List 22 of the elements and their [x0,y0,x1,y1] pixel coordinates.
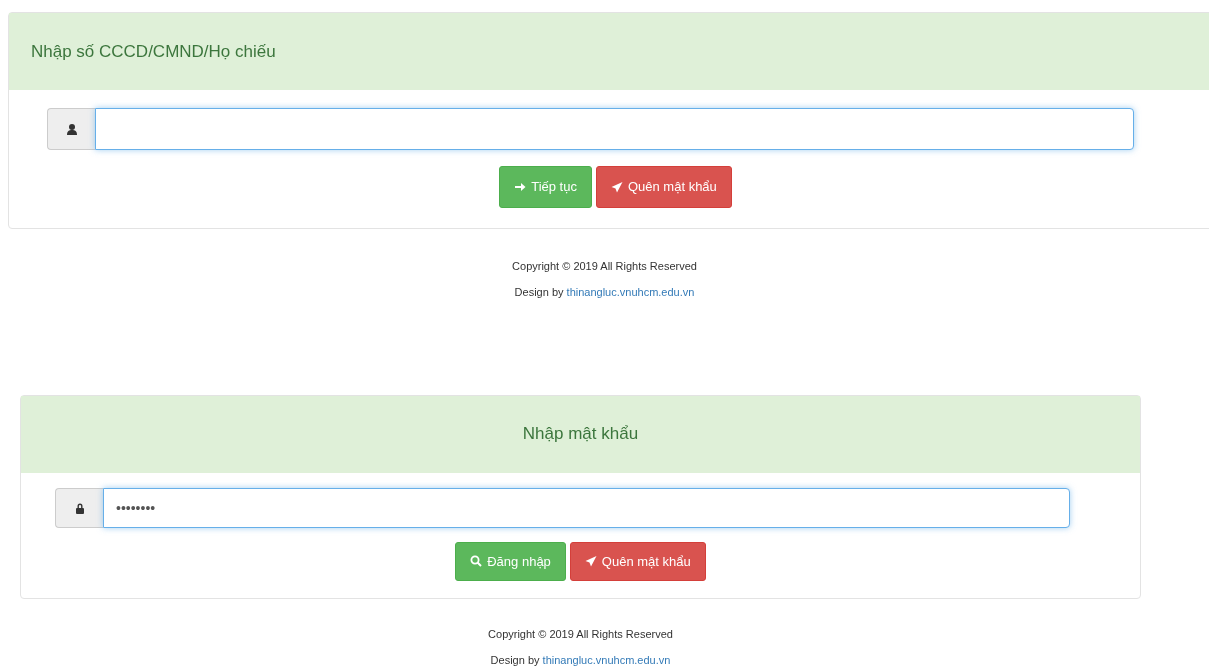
design-credit: Design by [490,654,540,666]
forgot-password-button[interactable]: Quên mật khẩu [595,166,732,208]
continue-button[interactable]: Tiếp tục [499,166,592,208]
site-link[interactable]: thinangluc.vnuhcm.edu.vn [542,654,671,666]
paper-plane-icon [610,180,623,193]
copyright-text: Copyright © 2019 All Rights Reserved [487,627,674,642]
site-link[interactable]: thinangluc.vnuhcm.edu.vn [566,285,695,298]
user-icon [65,123,78,135]
copyright-text: Copyright © 2019 All Rights Reserved [511,258,698,274]
input-field[interactable]: •••••••• [103,487,1070,528]
year-link[interactable]: 2019 [549,628,574,640]
year-link[interactable]: 2019 [573,259,598,272]
arrow-icon [514,180,527,193]
forgot-password-button[interactable]: Quên mật khẩu [569,541,706,581]
paper-plane-icon [584,555,597,568]
login-button[interactable]: Đăng nhập [455,541,566,581]
input-field[interactable] [95,108,1134,150]
lock-icon [73,501,86,514]
panel-title: Nhập số CCCD/CMND/Họ chiếu [31,40,276,63]
design-credit: Design by [514,285,564,298]
panel-title: Nhập mật khẩu [522,423,639,446]
search-icon [470,555,483,568]
